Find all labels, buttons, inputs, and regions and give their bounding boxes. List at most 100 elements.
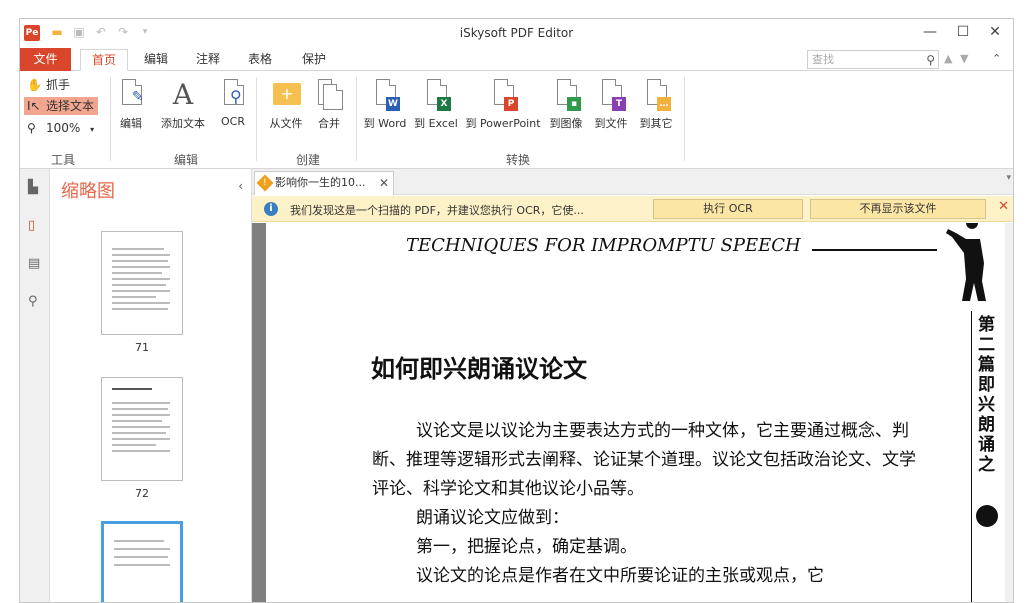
edit-button[interactable]: ✎ 编辑 bbox=[116, 79, 146, 131]
search-next-icon[interactable]: ▼ bbox=[960, 52, 968, 65]
paragraph: 朗诵议论文应做到： bbox=[416, 508, 569, 528]
tab-list-icon[interactable]: ▾ bbox=[1006, 173, 1011, 183]
group-label-tools: 工具 bbox=[50, 153, 75, 167]
to-excel-label: 到 Excel bbox=[414, 117, 458, 130]
select-text-label: 选择文本 bbox=[46, 99, 95, 113]
select-text-tool[interactable]: I↖ 选择文本 bbox=[24, 97, 99, 115]
merge-label: 合并 bbox=[318, 117, 340, 130]
search-icon[interactable]: ⚲ bbox=[926, 52, 935, 69]
add-text-label: 添加文本 bbox=[161, 117, 205, 130]
hand-tool[interactable]: ✋ 抓手 bbox=[24, 76, 74, 94]
divider bbox=[256, 77, 257, 161]
zoom-value: 100% bbox=[46, 121, 81, 135]
page-thumbnail[interactable] bbox=[101, 231, 183, 335]
edit-button-label: 编辑 bbox=[120, 117, 142, 130]
page-thumbnails-icon[interactable]: ▙ bbox=[28, 181, 42, 195]
to-powerpoint-label: 到 PowerPoint bbox=[465, 117, 541, 130]
close-notice-icon[interactable]: ✕ bbox=[998, 199, 1009, 214]
folder-icon: + bbox=[271, 79, 301, 111]
chapter-side-label: 第二篇 即兴朗诵之 bbox=[978, 315, 995, 475]
to-word-button[interactable]: W 到 Word bbox=[362, 79, 408, 131]
document-view[interactable]: TECHNIQUES FOR IMPROMPTU SPEECH 第二篇 即兴朗诵… bbox=[252, 223, 1013, 602]
merge-button[interactable]: 合并 bbox=[314, 79, 344, 131]
tab-table[interactable]: 表格 bbox=[238, 49, 282, 71]
page-thumbnail-selected[interactable] bbox=[101, 521, 183, 602]
merge-icon bbox=[314, 79, 344, 111]
to-other-label: 到其它 bbox=[639, 117, 673, 130]
divider bbox=[356, 77, 357, 161]
text-file-icon: T bbox=[596, 79, 626, 111]
paragraph: 议论文是以议论为主要表达方式的一种文体，它主要通过概念、判断、推理等逻辑形式去阐… bbox=[372, 421, 916, 499]
tab-home[interactable]: 首页 bbox=[80, 49, 128, 71]
page-thumbnail[interactable] bbox=[101, 377, 183, 481]
document-tab-label: 影响你一生的10... bbox=[275, 176, 366, 189]
app-window: Pe ▬ ▣ ↶ ↷ ▾ iSkysoft PDF Editor — ☐ ✕ 文… bbox=[19, 18, 1014, 603]
excel-icon: X bbox=[421, 79, 451, 111]
document-scrollbar[interactable] bbox=[1005, 223, 1013, 602]
tab-protect[interactable]: 保护 bbox=[292, 49, 336, 71]
search-icon[interactable]: ⚲ bbox=[28, 295, 42, 309]
ocr-notice-message: 我们发现这是一个扫描的 PDF，并建议您执行 OCR，它使... bbox=[290, 204, 584, 217]
pdf-page: TECHNIQUES FOR IMPROMPTU SPEECH 第二篇 即兴朗诵… bbox=[266, 223, 1006, 602]
image-icon: ▪ bbox=[551, 79, 581, 111]
chevron-down-icon: ▾ bbox=[90, 125, 95, 134]
ocr-button[interactable]: ⚲ OCR bbox=[218, 79, 248, 128]
warning-icon: ! bbox=[256, 174, 274, 192]
close-tab-icon[interactable]: ✕ bbox=[379, 172, 389, 194]
hand-icon: ✋ bbox=[27, 78, 42, 92]
thumbnail-panel-title: 缩略图 bbox=[61, 181, 115, 202]
ocr-label: OCR bbox=[221, 115, 245, 128]
document-tab[interactable]: ! 影响你一生的10... ✕ bbox=[254, 171, 394, 195]
paragraph: 议论文的论点是作者在文中所要论证的主张或观点，它 bbox=[416, 566, 824, 586]
to-text-label: 到文件 bbox=[594, 117, 628, 130]
minimize-button[interactable]: — bbox=[915, 22, 945, 42]
divider bbox=[684, 77, 685, 161]
to-text-button[interactable]: T 到文件 bbox=[591, 79, 631, 131]
edit-icon: ✎ bbox=[116, 79, 146, 111]
to-image-button[interactable]: ▪ 到图像 bbox=[546, 79, 586, 131]
group-label-convert: 转换 bbox=[505, 153, 530, 167]
hand-tool-label: 抓手 bbox=[46, 78, 71, 92]
tab-comment[interactable]: 注释 bbox=[186, 49, 230, 71]
close-button[interactable]: ✕ bbox=[980, 22, 1010, 42]
maximize-button[interactable]: ☐ bbox=[948, 22, 978, 42]
ocr-icon: ⚲ bbox=[218, 79, 248, 111]
to-other-button[interactable]: … 到其它 bbox=[636, 79, 676, 131]
word-icon: W bbox=[370, 79, 400, 111]
page-title: 如何即兴朗诵议论文 bbox=[371, 354, 587, 383]
page-number: 71 bbox=[135, 341, 149, 354]
dont-show-again-button[interactable]: 不再显示该文件 bbox=[810, 199, 986, 219]
speaker-silhouette-image bbox=[946, 223, 986, 301]
ribbon: ✋ 抓手 I↖ 选择文本 ⚲ 100% ▾ 工具 ✎ 编辑 A 添加文本 ⚲ O… bbox=[20, 71, 1013, 169]
bookmark-icon[interactable]: ▯ bbox=[28, 219, 42, 233]
from-file-button[interactable]: + 从文件 bbox=[266, 79, 306, 131]
search-prev-icon[interactable]: ▲ bbox=[944, 52, 952, 65]
text-cursor-icon: I↖ bbox=[27, 99, 41, 113]
menu-file[interactable]: 文件 bbox=[20, 48, 71, 71]
from-file-label: 从文件 bbox=[269, 117, 303, 130]
zoom-dropdown[interactable]: ⚲ 100% ▾ bbox=[24, 119, 98, 137]
to-powerpoint-button[interactable]: P 到 PowerPoint bbox=[463, 79, 543, 131]
page-header: TECHNIQUES FOR IMPROMPTU SPEECH bbox=[406, 235, 801, 256]
collapse-ribbon-icon[interactable]: ⌃ bbox=[992, 52, 1001, 65]
to-excel-button[interactable]: X 到 Excel bbox=[414, 79, 458, 131]
add-text-button[interactable]: A 添加文本 bbox=[154, 79, 212, 131]
collapse-panel-icon[interactable]: ‹ bbox=[238, 179, 243, 193]
add-text-icon: A bbox=[172, 78, 194, 111]
group-label-create: 创建 bbox=[295, 153, 320, 167]
search-input[interactable]: 查找 ⚲ bbox=[807, 50, 939, 69]
to-word-label: 到 Word bbox=[363, 117, 407, 130]
chapter-marker bbox=[976, 505, 998, 527]
left-sidebar: ▙ ▯ ▤ ⚲ bbox=[20, 169, 50, 602]
perform-ocr-button[interactable]: 执行 OCR bbox=[653, 199, 803, 219]
search-placeholder: 查找 bbox=[812, 53, 834, 66]
divider bbox=[110, 77, 111, 161]
ocr-notice-bar: i 我们发现这是一个扫描的 PDF，并建议您执行 OCR，它使... 执行 OC… bbox=[252, 196, 1013, 222]
menu-bar: 文件 首页 编辑 注释 表格 保护 查找 ⚲ ▲ ▼ ⌃ bbox=[20, 46, 1013, 71]
paragraph: 第一，把握论点，确定基调。 bbox=[416, 537, 637, 557]
to-image-label: 到图像 bbox=[549, 117, 583, 130]
document-tab-bar: ! 影响你一生的10... ✕ ▾ bbox=[252, 169, 1013, 195]
comment-icon[interactable]: ▤ bbox=[28, 257, 42, 271]
info-icon: i bbox=[264, 202, 278, 216]
tab-edit[interactable]: 编辑 bbox=[134, 49, 178, 71]
